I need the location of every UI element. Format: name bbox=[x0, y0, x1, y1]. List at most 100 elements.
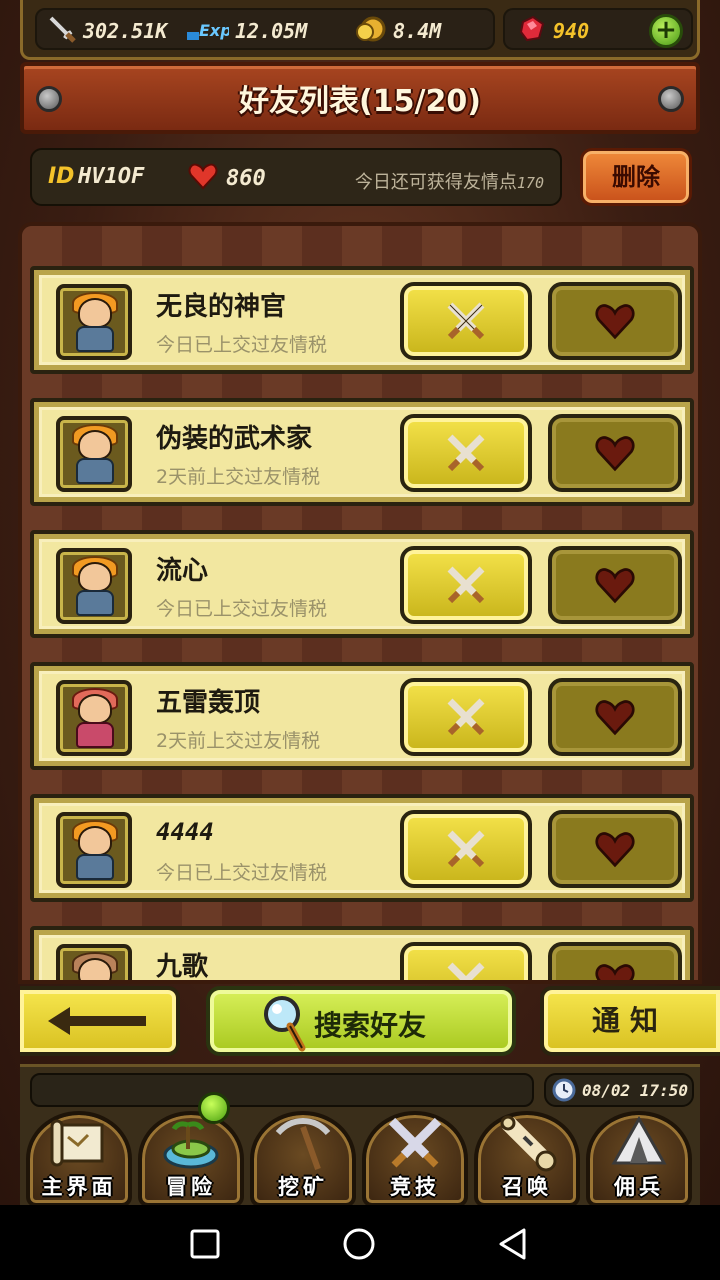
avatar-body bbox=[76, 854, 114, 880]
hearts-counter: 860 bbox=[188, 162, 266, 194]
avatar[interactable] bbox=[56, 548, 132, 624]
avatar[interactable] bbox=[56, 812, 132, 888]
nav-label: 佣兵 bbox=[614, 1175, 664, 1199]
battle-button[interactable] bbox=[400, 678, 532, 756]
chat-bar[interactable] bbox=[30, 1073, 534, 1107]
heart-icon bbox=[595, 832, 635, 868]
crossed-swords-icon bbox=[384, 1115, 446, 1173]
nav-main[interactable]: 主界面 bbox=[24, 1107, 134, 1207]
friendship-points-label: 今日还可获得友情点 bbox=[354, 172, 517, 193]
send-heart-button[interactable] bbox=[548, 414, 682, 492]
crossed-swords-icon bbox=[447, 566, 485, 604]
friend-card[interactable]: 流心 今日已上交过友情税 bbox=[30, 530, 694, 638]
avatar[interactable] bbox=[56, 944, 132, 980]
battle-button[interactable] bbox=[400, 546, 532, 624]
tent-icon bbox=[608, 1115, 670, 1173]
magnifier-icon bbox=[264, 996, 306, 1052]
ruby-icon bbox=[517, 14, 547, 48]
friend-card[interactable]: 九歌 bbox=[30, 926, 694, 980]
battle-button[interactable] bbox=[400, 282, 532, 360]
friend-name: 4444 bbox=[156, 818, 214, 846]
avatar-head bbox=[78, 562, 112, 592]
nav-summon[interactable]: 召唤 bbox=[472, 1107, 582, 1207]
coins-resource: 8.4M bbox=[355, 14, 441, 48]
friend-card[interactable]: 4444 今日已上交过友情税 bbox=[30, 794, 694, 902]
gem-resource: 940 bbox=[517, 14, 589, 48]
pickaxe-icon bbox=[272, 1115, 334, 1173]
crossed-swords-icon bbox=[447, 698, 485, 736]
add-gems-button[interactable]: + bbox=[649, 14, 683, 48]
attack-resource: 302.51K bbox=[47, 14, 167, 48]
avatar[interactable] bbox=[56, 680, 132, 756]
avatar[interactable] bbox=[56, 416, 132, 492]
search-friend-button[interactable]: 搜索好友 bbox=[206, 986, 516, 1056]
recent-apps-icon[interactable] bbox=[188, 1227, 222, 1261]
friend-list[interactable]: 无良的神官 今日已上交过友情税 伪装的武术家 2天前上交过友情税 流心 今日已上… bbox=[18, 222, 702, 984]
clock: 08/02 17:50 bbox=[544, 1073, 694, 1107]
friend-name: 无良的神官 bbox=[156, 292, 287, 322]
crossed-swords-icon bbox=[447, 830, 485, 868]
friend-card[interactable]: 无良的神官 今日已上交过友情税 bbox=[30, 266, 694, 374]
nav-label: 挖矿 bbox=[278, 1175, 328, 1199]
nav-arena[interactable]: 竞技 bbox=[360, 1107, 470, 1207]
summon-scroll-icon bbox=[496, 1115, 558, 1173]
heart-icon bbox=[595, 568, 635, 604]
friend-status: 今日已上交过友情税 bbox=[156, 862, 328, 884]
resource-pill: 302.51K Exp 12.05M 8.4M bbox=[35, 8, 495, 50]
system-nav-bar bbox=[0, 1205, 720, 1280]
title-banner: 好友列表(15/20) bbox=[20, 62, 700, 134]
nav-mining[interactable]: 挖矿 bbox=[248, 1107, 358, 1207]
notification-dot bbox=[198, 1092, 230, 1124]
back-button[interactable] bbox=[20, 986, 180, 1056]
nav-label: 冒险 bbox=[166, 1175, 216, 1199]
home-icon[interactable] bbox=[342, 1227, 376, 1261]
resource-bar: 302.51K Exp 12.05M 8.4M 940 + bbox=[20, 0, 700, 60]
avatar-head bbox=[78, 430, 112, 460]
exp-icon: Exp bbox=[185, 14, 232, 48]
bottom-nav: 08/02 17:50 主界面 冒险 挖矿 竞技 召唤 佣兵 bbox=[20, 1064, 700, 1207]
heart-icon bbox=[595, 700, 635, 736]
send-heart-button[interactable] bbox=[548, 942, 682, 980]
gem-value: 940 bbox=[553, 19, 590, 43]
nav-adventure[interactable]: 冒险 bbox=[136, 1107, 246, 1207]
battle-button[interactable] bbox=[400, 942, 532, 980]
heart-icon bbox=[188, 162, 218, 194]
hearts-value: 860 bbox=[226, 165, 266, 191]
friendship-points-value: 170 bbox=[516, 174, 544, 192]
heart-icon bbox=[595, 436, 635, 472]
coins-value: 8.4M bbox=[393, 19, 442, 43]
gem-pill: 940 + bbox=[503, 8, 693, 50]
friend-card[interactable]: 五雷轰顶 2天前上交过友情税 bbox=[30, 662, 694, 770]
send-heart-button[interactable] bbox=[548, 678, 682, 756]
battle-button[interactable] bbox=[400, 414, 532, 492]
player-info: ID HV1OF 860 今日还可获得友情点170 bbox=[30, 148, 562, 206]
exp-value: 12.05M bbox=[235, 19, 308, 43]
avatar-head bbox=[78, 694, 112, 724]
send-heart-button[interactable] bbox=[548, 810, 682, 888]
back-icon[interactable] bbox=[496, 1227, 530, 1261]
scroll-map-icon bbox=[48, 1115, 110, 1173]
id-label: ID bbox=[48, 164, 75, 189]
friend-card[interactable]: 伪装的武术家 2天前上交过友情税 bbox=[30, 398, 694, 506]
avatar-head bbox=[78, 958, 112, 980]
exp-resource: Exp 12.05M bbox=[185, 14, 307, 48]
crossed-swords-icon bbox=[447, 434, 485, 472]
time-value: 08/02 17:50 bbox=[582, 1080, 688, 1100]
nav-mercenary[interactable]: 佣兵 bbox=[584, 1107, 694, 1207]
arrow-left-icon bbox=[48, 1007, 146, 1035]
heart-icon bbox=[595, 964, 635, 980]
send-heart-button[interactable] bbox=[548, 282, 682, 360]
battle-button[interactable] bbox=[400, 810, 532, 888]
avatar[interactable] bbox=[56, 284, 132, 360]
crossed-swords-icon bbox=[447, 962, 485, 980]
coin-icon bbox=[355, 14, 387, 48]
nav-label: 竞技 bbox=[390, 1175, 440, 1199]
clock-icon bbox=[552, 1078, 576, 1102]
friend-status: 今日已上交过友情税 bbox=[156, 334, 328, 356]
rivet-icon bbox=[658, 86, 684, 112]
send-heart-button[interactable] bbox=[548, 546, 682, 624]
page-title: 好友列表(15/20) bbox=[239, 84, 481, 119]
notification-button[interactable]: 通知 bbox=[540, 986, 720, 1056]
delete-button[interactable]: 删除 bbox=[580, 148, 692, 206]
avatar-body bbox=[76, 590, 114, 616]
